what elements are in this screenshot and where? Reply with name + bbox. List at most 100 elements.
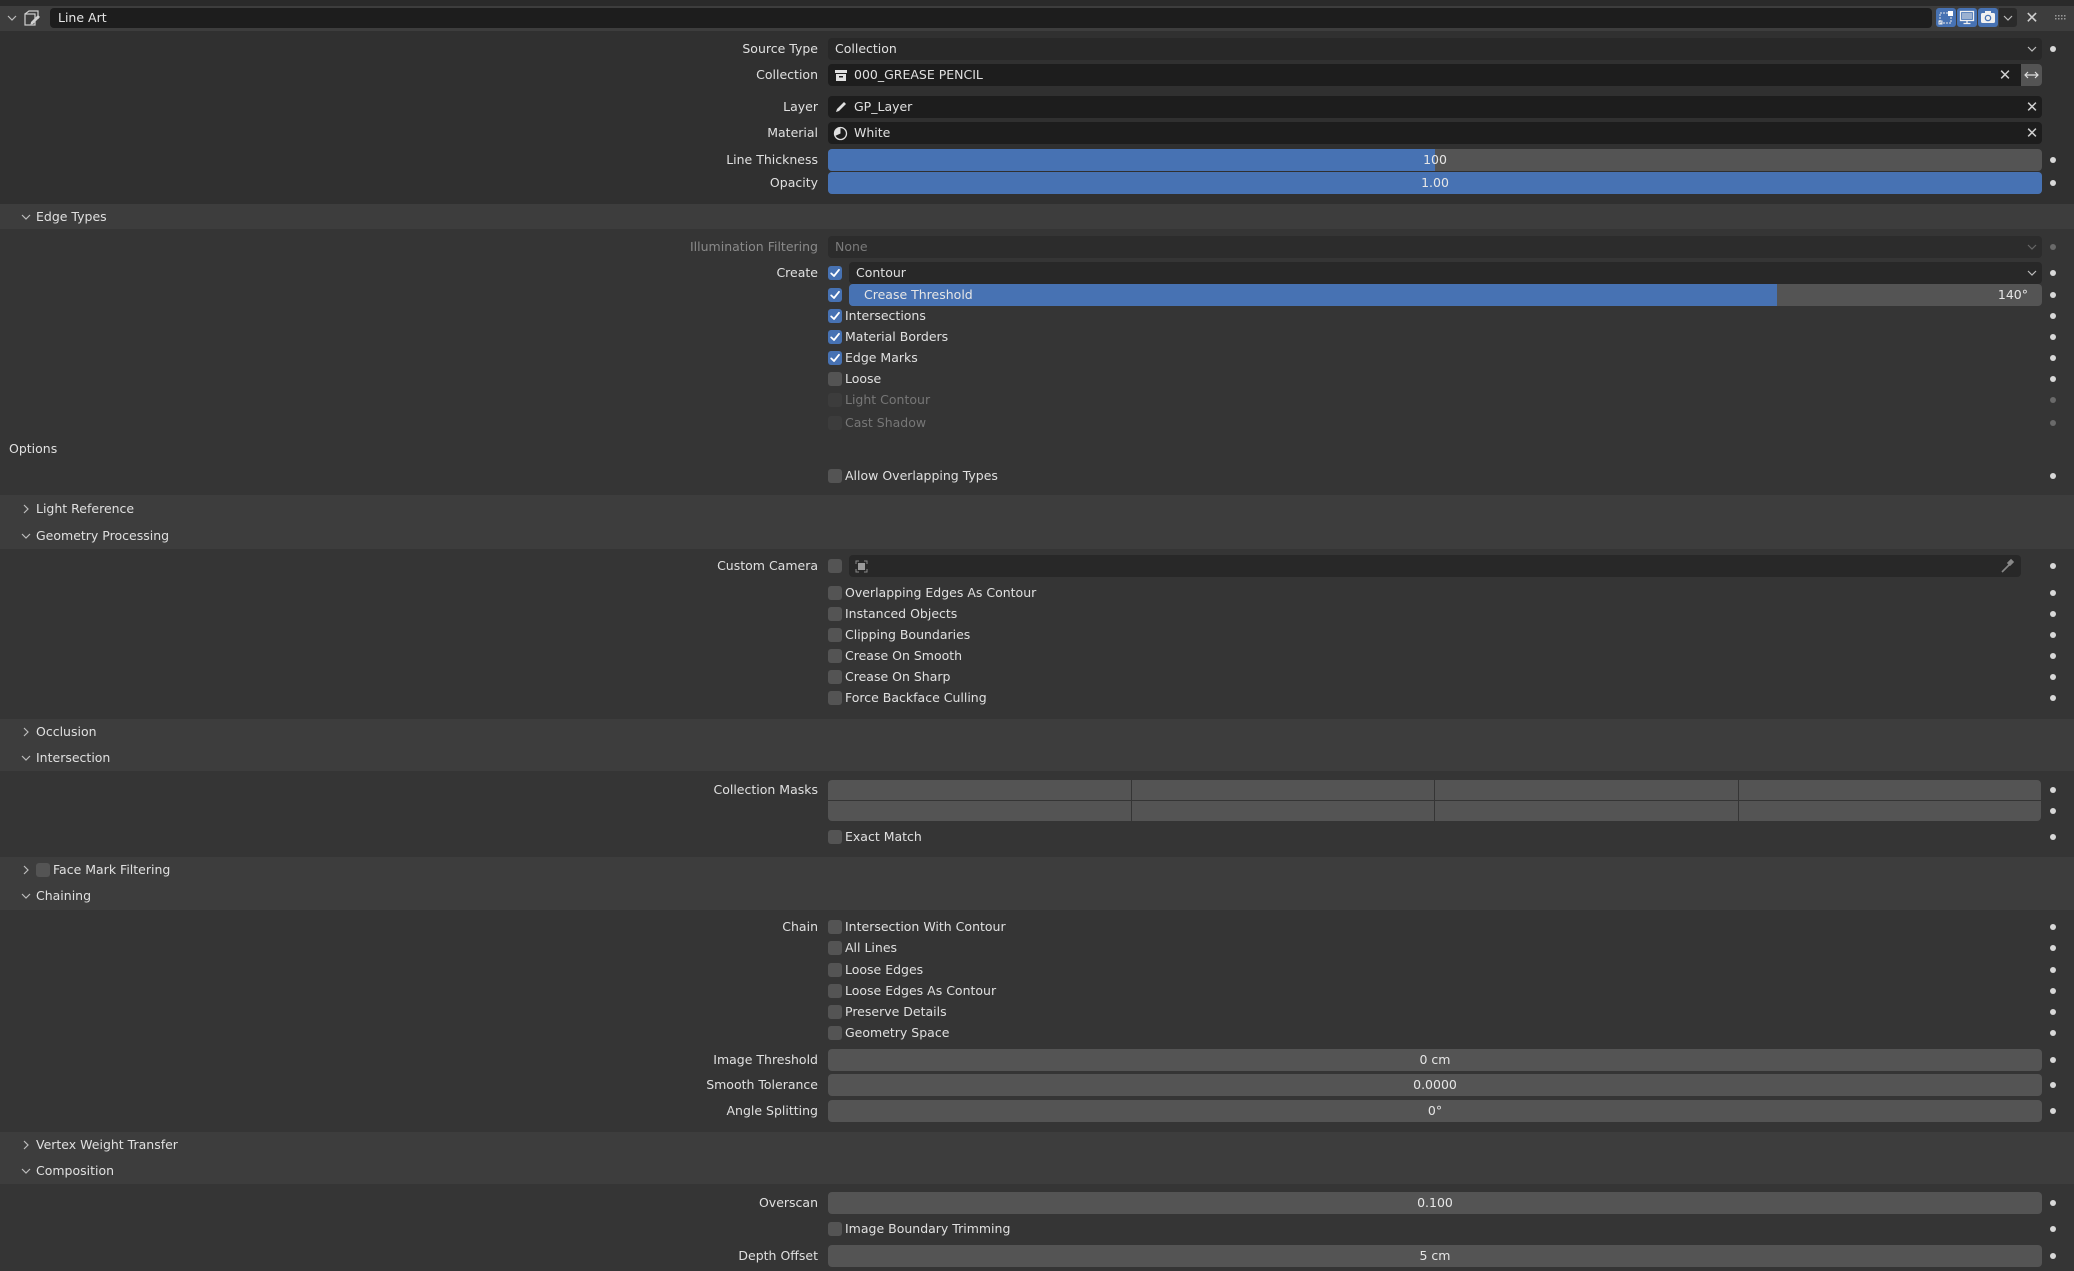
clear-collection-icon[interactable]: ✕ [1997,66,2013,84]
vertex-weight-transfer-header[interactable]: Vertex Weight Transfer [0,1132,2074,1158]
animate-property-dot[interactable] [2050,695,2056,701]
contour-checkbox[interactable] [828,266,842,280]
animate-property-dot[interactable] [2050,967,2056,973]
checkbox[interactable] [828,628,842,642]
geometry-processing-header[interactable]: Geometry Processing [0,522,2074,549]
chaining-header[interactable]: Chaining [0,883,2074,910]
clear-layer-icon[interactable]: ✕ [2024,98,2040,116]
checkbox[interactable] [828,330,842,344]
drag-handle-icon[interactable] [2055,15,2067,21]
animate-property-dot[interactable] [2050,1057,2056,1063]
animate-property-dot[interactable] [2050,1108,2056,1114]
composition-header[interactable]: Composition [0,1158,2074,1184]
light-reference-header[interactable]: Light Reference [0,495,2074,522]
checkbox[interactable] [828,649,842,663]
animate-property-dot[interactable] [2050,590,2056,596]
depth-offset-field[interactable]: 5 cm [828,1245,2042,1267]
clear-material-icon[interactable]: ✕ [2024,124,2040,142]
checkbox[interactable] [828,984,842,998]
render-toggle[interactable] [1978,8,1998,27]
checkbox[interactable] [828,691,842,705]
image-boundary-trimming-checkbox[interactable] [828,1222,842,1236]
animate-property-dot[interactable] [2050,1009,2056,1015]
collection-mask-toggle[interactable] [1435,780,1738,800]
animate-property-dot[interactable] [2050,1226,2056,1232]
image-threshold-field[interactable]: 0 cm [828,1049,2042,1071]
animate-property-dot[interactable] [2050,313,2056,319]
animate-property-dot[interactable] [2050,46,2056,52]
checkbox[interactable] [828,963,842,977]
overscan-field[interactable]: 0.100 [828,1192,2042,1214]
smooth-tolerance-field[interactable]: 0.0000 [828,1074,2042,1096]
intersection-header[interactable]: Intersection [0,745,2074,771]
invert-collection-button[interactable] [2021,64,2042,86]
layer-field[interactable]: GP_Layer ✕ [828,96,2042,118]
animate-property-dot[interactable] [2050,924,2056,930]
custom-camera-field[interactable] [849,555,2021,577]
modifier-delete-button[interactable]: ✕ [2024,8,2040,27]
collection-field[interactable]: 000_GREASE PENCIL ✕ [828,64,2021,86]
animate-property-dot[interactable] [2050,674,2056,680]
face-mark-filtering-header[interactable]: Face Mark Filtering [0,857,2074,883]
animate-property-dot[interactable] [2050,292,2056,298]
checkbox[interactable] [828,1026,842,1040]
collection-mask-toggle[interactable] [1435,801,1738,821]
source-type-dropdown[interactable]: Collection [828,38,2042,60]
crease-threshold-checkbox[interactable] [828,288,842,302]
crease-threshold-slider[interactable]: Crease Threshold 140° [849,284,2042,306]
animate-property-dot[interactable] [2050,808,2056,814]
checkbox[interactable] [828,920,842,934]
checkbox[interactable] [828,586,842,600]
modifier-name-field[interactable]: Line Art [50,8,1932,28]
animate-property-dot[interactable] [2050,1030,2056,1036]
checkbox[interactable] [828,607,842,621]
animate-property-dot[interactable] [2050,563,2056,569]
animate-property-dot[interactable] [2050,834,2056,840]
material-field[interactable]: White ✕ [828,122,2042,144]
illumination-filtering-dropdown[interactable]: None [828,236,2042,258]
animate-property-dot[interactable] [2050,1253,2056,1259]
collection-mask-toggle[interactable] [828,801,1131,821]
animate-property-dot[interactable] [2050,355,2056,361]
animate-property-dot[interactable] [2050,945,2056,951]
viewport-display-toggle[interactable] [1957,8,1977,27]
line-thickness-slider[interactable]: 100 [828,149,2042,171]
animate-property-dot[interactable] [2050,1082,2056,1088]
animate-property-dot[interactable] [2050,473,2056,479]
edge-types-header[interactable]: Edge Types [0,204,2074,229]
edit-mode-toggle[interactable] [1936,8,1956,27]
checkbox[interactable] [828,372,842,386]
contour-dropdown[interactable]: Contour [849,262,2042,284]
collection-mask-toggle[interactable] [1131,780,1434,800]
opacity-slider[interactable]: 1.00 [828,172,2042,194]
animate-property-dot[interactable] [2050,1200,2056,1206]
animate-property-dot[interactable] [2050,988,2056,994]
collection-mask-toggle[interactable] [1738,780,2041,800]
allow-overlapping-checkbox[interactable] [828,469,842,483]
collection-mask-toggle[interactable] [1131,801,1434,821]
checkbox[interactable] [828,351,842,365]
modifier-menu-button[interactable] [1999,8,2017,27]
occlusion-header[interactable]: Occlusion [0,719,2074,745]
animate-property-dot[interactable] [2050,611,2056,617]
animate-property-dot[interactable] [2050,376,2056,382]
animate-property-dot[interactable] [2050,157,2056,163]
checkbox[interactable] [828,1005,842,1019]
custom-camera-checkbox[interactable] [828,559,842,573]
animate-property-dot[interactable] [2050,270,2056,276]
checkbox[interactable] [828,670,842,684]
eyedropper-icon[interactable] [1999,558,2015,574]
collapse-chevron-icon[interactable] [6,12,18,24]
animate-property-dot[interactable] [2050,653,2056,659]
face-mark-filtering-checkbox[interactable] [36,863,50,877]
animate-property-dot[interactable] [2050,180,2056,186]
checkbox[interactable] [828,309,842,323]
checkbox[interactable] [828,941,842,955]
exact-match-checkbox[interactable] [828,830,842,844]
animate-property-dot[interactable] [2050,632,2056,638]
animate-property-dot[interactable] [2050,787,2056,793]
angle-splitting-field[interactable]: 0° [828,1100,2042,1122]
collection-mask-toggle[interactable] [1738,801,2041,821]
collection-mask-toggle[interactable] [828,780,1131,800]
animate-property-dot[interactable] [2050,334,2056,340]
